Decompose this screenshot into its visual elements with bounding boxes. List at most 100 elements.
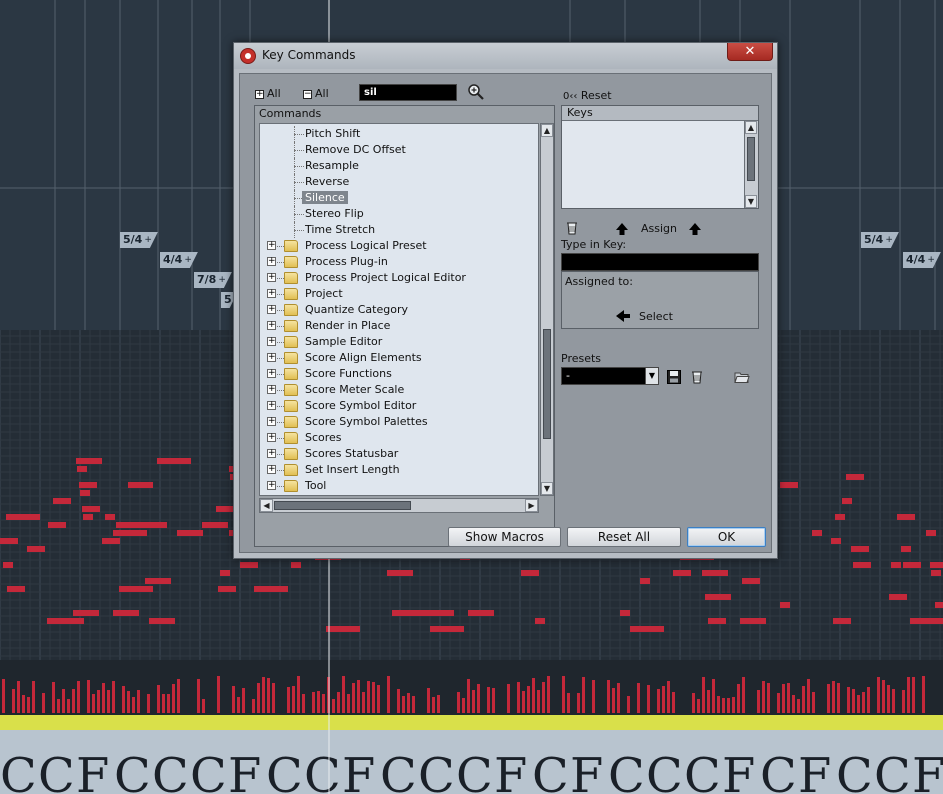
velocity-bar[interactable] bbox=[292, 686, 295, 713]
scroll-down-icon[interactable]: ▼ bbox=[541, 482, 553, 495]
midi-note[interactable] bbox=[851, 546, 869, 552]
velocity-bar[interactable] bbox=[367, 681, 370, 713]
delete-key-icon[interactable] bbox=[564, 220, 580, 236]
midi-note[interactable] bbox=[82, 506, 100, 512]
velocity-bar[interactable] bbox=[427, 688, 430, 713]
expand-node-icon[interactable]: + bbox=[267, 417, 276, 426]
tree-folder-row[interactable]: + Quantize Category bbox=[260, 302, 538, 318]
velocity-bar[interactable] bbox=[702, 677, 705, 713]
midi-note[interactable] bbox=[6, 514, 32, 520]
velocity-bar[interactable] bbox=[617, 683, 620, 713]
velocity-bar[interactable] bbox=[257, 683, 260, 713]
scroll-thumb[interactable] bbox=[274, 501, 411, 510]
velocity-bar[interactable] bbox=[592, 680, 595, 713]
keys-vertical-scrollbar[interactable]: ▲ ▼ bbox=[744, 121, 758, 208]
velocity-bar[interactable] bbox=[457, 692, 460, 713]
midi-note[interactable] bbox=[76, 458, 102, 464]
assign-button[interactable]: Assign bbox=[641, 222, 677, 235]
expand-node-icon[interactable]: + bbox=[267, 385, 276, 394]
expand-node-icon[interactable]: + bbox=[267, 305, 276, 314]
select-button[interactable]: Select bbox=[639, 310, 673, 323]
velocity-bar[interactable] bbox=[477, 684, 480, 713]
tree-folder-row[interactable]: + Score Symbol Palettes bbox=[260, 414, 538, 430]
velocity-bar[interactable] bbox=[902, 690, 905, 713]
midi-note[interactable] bbox=[48, 522, 66, 528]
expand-node-icon[interactable]: + bbox=[267, 337, 276, 346]
midi-note[interactable] bbox=[833, 618, 851, 624]
velocity-bar[interactable] bbox=[672, 692, 675, 713]
midi-note[interactable] bbox=[708, 618, 726, 624]
velocity-bar[interactable] bbox=[827, 684, 830, 713]
midi-note[interactable] bbox=[897, 514, 915, 520]
midi-note[interactable] bbox=[812, 530, 822, 536]
midi-note[interactable] bbox=[842, 498, 852, 504]
midi-note[interactable] bbox=[177, 530, 203, 536]
midi-note[interactable] bbox=[145, 578, 171, 584]
velocity-bar[interactable] bbox=[907, 677, 910, 713]
midi-note[interactable] bbox=[468, 610, 494, 616]
velocity-bar[interactable] bbox=[627, 696, 630, 713]
velocity-bar[interactable] bbox=[892, 689, 895, 713]
velocity-bar[interactable] bbox=[467, 679, 470, 713]
velocity-bar[interactable] bbox=[777, 693, 780, 713]
velocity-bar[interactable] bbox=[242, 688, 245, 713]
midi-note[interactable] bbox=[640, 578, 650, 584]
velocity-bar[interactable] bbox=[697, 699, 700, 713]
expand-node-icon[interactable]: + bbox=[267, 369, 276, 378]
midi-note[interactable] bbox=[209, 522, 219, 528]
velocity-bar[interactable] bbox=[782, 684, 785, 713]
velocity-bar[interactable] bbox=[857, 695, 860, 713]
tree-folder-row[interactable]: + Score Functions bbox=[260, 366, 538, 382]
expand-node-icon[interactable]: + bbox=[267, 449, 276, 458]
midi-note[interactable] bbox=[119, 586, 153, 592]
velocity-bar[interactable] bbox=[867, 687, 870, 713]
chevron-down-icon[interactable]: ▼ bbox=[645, 368, 658, 384]
expand-node-icon[interactable]: + bbox=[267, 257, 276, 266]
velocity-bar[interactable] bbox=[102, 683, 105, 713]
velocity-bar[interactable] bbox=[547, 676, 550, 713]
velocity-bar[interactable] bbox=[887, 685, 890, 713]
midi-note[interactable] bbox=[105, 514, 115, 520]
midi-note[interactable] bbox=[926, 530, 936, 536]
close-button[interactable]: ✕ bbox=[727, 43, 773, 61]
velocity-bar[interactable] bbox=[232, 686, 235, 713]
velocity-bar[interactable] bbox=[107, 690, 110, 713]
velocity-bar[interactable] bbox=[537, 690, 540, 713]
velocity-bar[interactable] bbox=[272, 683, 275, 713]
velocity-bar[interactable] bbox=[527, 686, 530, 713]
velocity-bar[interactable] bbox=[582, 677, 585, 713]
delete-preset-icon[interactable] bbox=[689, 369, 705, 385]
tree-folder-row[interactable]: + Score Align Elements bbox=[260, 350, 538, 366]
tree-folder-row[interactable]: + Process Logical Preset bbox=[260, 238, 538, 254]
midi-note[interactable] bbox=[535, 618, 545, 624]
midi-note[interactable] bbox=[846, 474, 864, 480]
velocity-bar[interactable] bbox=[157, 685, 160, 713]
velocity-bar[interactable] bbox=[542, 682, 545, 713]
velocity-bar[interactable] bbox=[372, 682, 375, 713]
midi-note[interactable] bbox=[705, 594, 731, 600]
velocity-bar[interactable] bbox=[472, 690, 475, 713]
velocity-bar[interactable] bbox=[267, 678, 270, 713]
midi-note[interactable] bbox=[53, 498, 71, 504]
velocity-bar[interactable] bbox=[562, 676, 565, 713]
expand-node-icon[interactable]: + bbox=[267, 433, 276, 442]
scroll-thumb[interactable] bbox=[543, 329, 551, 439]
reset-button[interactable]: 0‹‹ Reset bbox=[563, 89, 612, 102]
velocity-bar[interactable] bbox=[297, 676, 300, 713]
tree-folder-row[interactable]: + Sample Editor bbox=[260, 334, 538, 350]
midi-note[interactable] bbox=[149, 618, 175, 624]
scroll-left-icon[interactable]: ◀ bbox=[260, 499, 273, 512]
midi-note[interactable] bbox=[113, 530, 147, 536]
tree-command-row[interactable]: Resample bbox=[260, 158, 538, 174]
velocity-bar[interactable] bbox=[2, 679, 5, 713]
velocity-bar[interactable] bbox=[217, 676, 220, 713]
velocity-bar[interactable] bbox=[787, 683, 790, 713]
tree-folder-row[interactable]: + Project bbox=[260, 286, 538, 302]
midi-note[interactable] bbox=[102, 538, 120, 544]
velocity-bar[interactable] bbox=[127, 691, 130, 713]
collapse-all-button[interactable]: − All bbox=[303, 87, 329, 100]
tree-command-row[interactable]: Reverse bbox=[260, 174, 538, 190]
velocity-bar[interactable] bbox=[522, 691, 525, 713]
midi-note[interactable] bbox=[630, 626, 664, 632]
tree-command-row[interactable]: Stereo Flip bbox=[260, 206, 538, 222]
